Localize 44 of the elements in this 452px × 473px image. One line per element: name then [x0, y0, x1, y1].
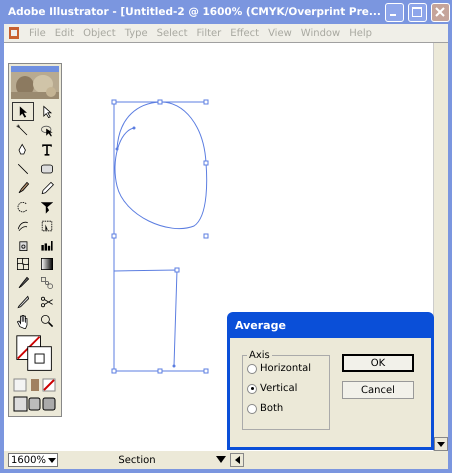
radio-option[interactable]: Horizontal	[247, 363, 325, 374]
fill-stroke-icon	[15, 334, 55, 374]
menu-item[interactable]: Filter	[196, 28, 222, 38]
zoom-icon	[39, 312, 55, 328]
down-arrow-icon	[437, 442, 445, 446]
menu-item[interactable]: Object	[83, 28, 116, 38]
screen-mode-icon	[13, 396, 57, 412]
blend-icon	[39, 274, 55, 290]
status-info: Section	[117, 454, 157, 466]
tool-button[interactable]	[12, 102, 34, 121]
maximize-icon	[412, 7, 422, 17]
pencil-icon	[39, 180, 55, 196]
menu-item[interactable]: View	[268, 28, 292, 38]
radio-option[interactable]: Vertical	[247, 383, 325, 394]
dropdown-arrow-icon	[46, 456, 57, 464]
scroll-left-button[interactable]	[230, 453, 244, 467]
menu-item[interactable]: File	[29, 28, 46, 38]
type-icon	[39, 142, 55, 158]
scroll-down-button[interactable]	[434, 437, 448, 451]
dropdown-arrow-icon[interactable]	[216, 456, 226, 464]
menu-item[interactable]: Help	[349, 28, 372, 38]
dialog-button[interactable]: OK	[342, 354, 414, 372]
panel-title-bar	[11, 66, 59, 72]
menu-item[interactable]: Type	[124, 28, 148, 38]
knife-icon	[15, 294, 31, 310]
maximize-button[interactable]	[408, 2, 427, 22]
mesh-icon	[15, 256, 31, 272]
radio-option[interactable]: Both	[247, 403, 325, 414]
menu-item[interactable]: Window	[300, 28, 340, 38]
menu-item[interactable]: Edit	[54, 28, 74, 38]
window-title: Adobe Illustrator - [Untitled-2 @ 1600% (CMYK/Overprint Pre...	[8, 6, 381, 18]
dialog-title: Average	[234, 318, 287, 334]
menu-item[interactable]: Select	[156, 28, 188, 38]
gradient-icon	[39, 256, 55, 272]
color-mode-icon	[13, 377, 57, 393]
zoom-field[interactable]: 1600%	[8, 453, 58, 467]
left-arrow-icon	[234, 456, 240, 464]
minimize-button[interactable]	[384, 2, 404, 22]
vertical-scrollbar[interactable]	[433, 43, 448, 451]
menu-item[interactable]: Effect	[230, 28, 260, 38]
close-button[interactable]	[430, 2, 450, 22]
group-label: Axis	[248, 350, 271, 361]
close-icon	[435, 7, 446, 17]
dialog-button[interactable]: Cancel	[342, 381, 414, 399]
